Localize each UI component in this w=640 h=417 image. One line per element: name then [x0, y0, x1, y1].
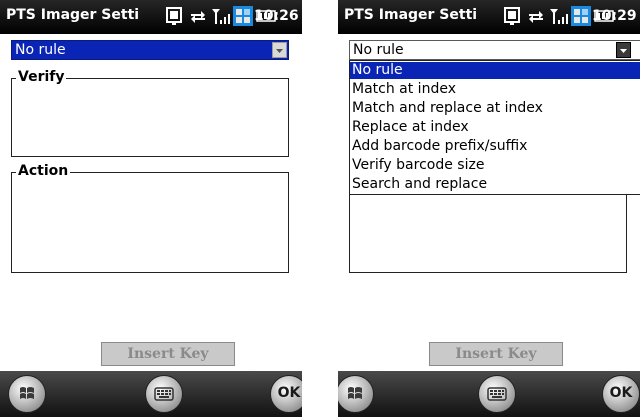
ok-label: OK — [609, 385, 633, 401]
dropdown-option-search-replace[interactable]: Search and replace — [350, 176, 640, 193]
signal-icon[interactable] — [549, 6, 569, 30]
action-group: Action — [11, 163, 289, 273]
start-button[interactable] — [8, 375, 46, 413]
signal-icon[interactable] — [211, 6, 231, 30]
rule-combobox-value: No rule — [15, 42, 66, 58]
dropdown-option-match-and-replace[interactable]: Match and replace at index — [350, 100, 640, 117]
windows-flag-icon — [571, 6, 591, 30]
insert-key-button[interactable]: Insert Key — [429, 342, 563, 366]
sync-icon[interactable] — [189, 6, 207, 30]
clock[interactable]: 10:26 — [254, 8, 299, 24]
dropdown-option-replace-at-index[interactable]: Replace at index — [350, 119, 640, 136]
start-button[interactable] — [338, 375, 374, 413]
chevron-down-icon[interactable] — [272, 42, 287, 58]
bottom-bar: OK — [338, 371, 640, 417]
bottom-bar: OK — [0, 371, 302, 417]
windows-start-icon — [338, 376, 373, 416]
dropdown-option-no-rule[interactable]: No rule — [350, 62, 640, 79]
dropdown-option-verify-size[interactable]: Verify barcode size — [350, 157, 640, 174]
keyboard-button[interactable] — [145, 375, 183, 413]
windows-start-icon — [9, 376, 45, 416]
action-group — [349, 195, 627, 273]
keyboard-button[interactable] — [478, 375, 516, 413]
clock[interactable]: 10:29 — [592, 8, 637, 24]
right-screen: PTS Imager Setti 10:29 No rule No rule M… — [338, 0, 640, 417]
ok-label: OK — [277, 385, 301, 401]
rule-combobox-value: No rule — [353, 42, 404, 58]
verify-group-label: Verify — [16, 69, 67, 85]
connectivity-icon[interactable] — [503, 6, 521, 30]
dropdown-option-add-prefix-suffix[interactable]: Add barcode prefix/suffix — [350, 138, 640, 155]
rule-combobox[interactable]: No rule — [11, 40, 289, 60]
rule-combobox[interactable]: No rule — [349, 40, 640, 60]
window-title: PTS Imager Setti — [6, 7, 140, 23]
rule-dropdown-list[interactable]: No rule Match at index Match and replace… — [349, 60, 640, 195]
connectivity-icon[interactable] — [165, 6, 183, 30]
left-screen: PTS Imager Setti 10:26 No rule Verify Ac… — [0, 0, 302, 417]
keyboard-icon — [479, 376, 515, 416]
title-bar: PTS Imager Setti — [0, 0, 302, 34]
chevron-down-icon[interactable] — [616, 42, 631, 58]
keyboard-icon — [146, 376, 182, 416]
dropdown-option-match-at-index[interactable]: Match at index — [350, 81, 640, 98]
sync-icon[interactable] — [527, 6, 545, 30]
title-bar: PTS Imager Setti — [338, 0, 640, 34]
window-title: PTS Imager Setti — [344, 7, 478, 23]
ok-button[interactable]: OK — [270, 375, 302, 413]
verify-group: Verify — [11, 69, 289, 157]
ok-button[interactable]: OK — [602, 375, 640, 413]
windows-flag-icon — [233, 6, 253, 30]
action-group-label: Action — [16, 163, 71, 179]
insert-key-button[interactable]: Insert Key — [101, 342, 235, 366]
